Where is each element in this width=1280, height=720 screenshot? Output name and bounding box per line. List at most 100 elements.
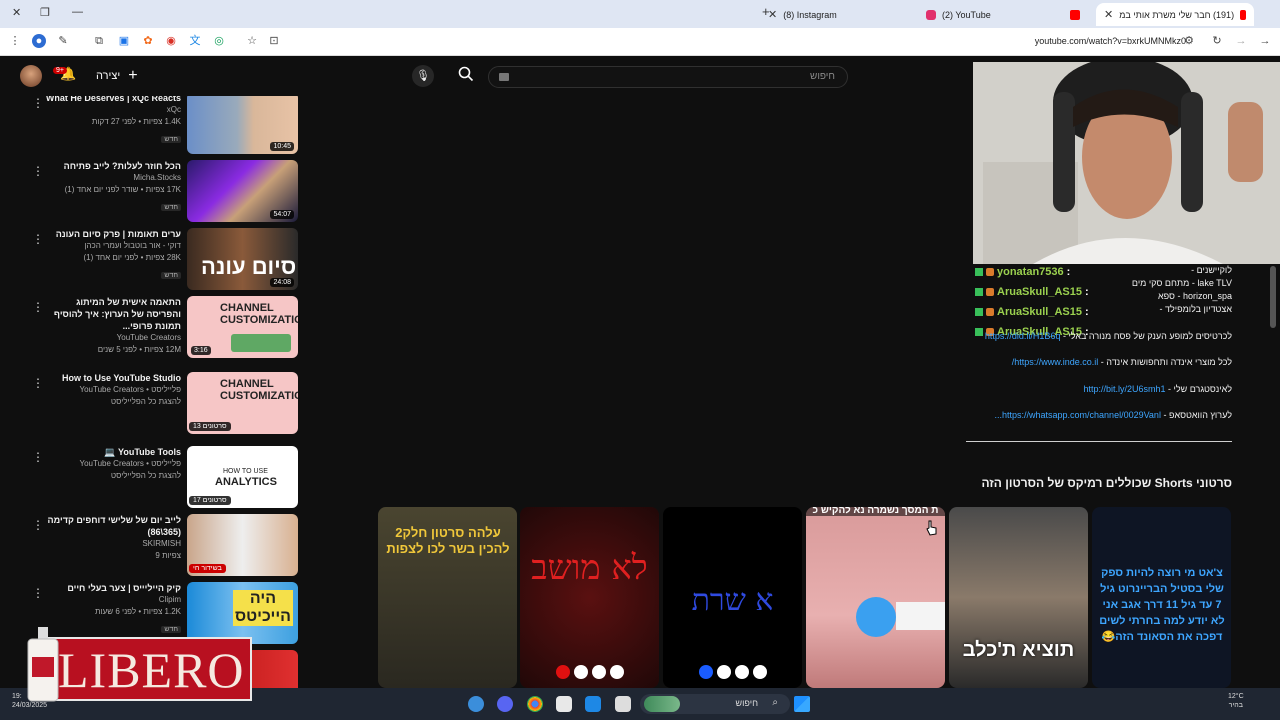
color-dot-icon[interactable] <box>699 665 713 679</box>
forward-icon[interactable]: → <box>1234 34 1248 48</box>
screen-share-icon[interactable]: ⊡ <box>267 34 281 48</box>
extensions-puzzle-icon[interactable]: ⧉ <box>92 34 106 48</box>
ext-translate-icon[interactable]: 文 <box>188 34 202 48</box>
list-item[interactable]: ⋮ YouTube Tools 💻 פלייליסט • YouTube Cre… <box>0 446 308 510</box>
eraser-icon[interactable] <box>592 665 606 679</box>
site-settings-icon[interactable]: ⚙ <box>1182 34 1196 48</box>
list-item[interactable]: ⋮ ערים תאומות | פרק סיום העונה דוקי - או… <box>0 228 308 292</box>
webcam-feed <box>973 62 1280 264</box>
avatar[interactable] <box>20 65 42 87</box>
video-thumbnail[interactable]: סיום עונה 24:08 <box>187 228 298 290</box>
playlist-thumbnail[interactable]: HOW TO USE ANALYTICS 17 סרטונים <box>187 446 298 508</box>
sketch-toolbar <box>699 665 767 679</box>
new-tab-icon[interactable]: + <box>762 4 770 19</box>
tab-instagram[interactable]: ✕ (8) Instagram <box>760 3 910 26</box>
eraser-icon[interactable] <box>735 665 749 679</box>
description-line: לוקיישנים - <box>1191 265 1232 275</box>
chat-message: yonatan7536 : <box>975 262 1095 282</box>
wrench-badge-icon <box>986 308 994 316</box>
create-button[interactable]: יצירה + <box>96 67 138 85</box>
brush-size-icon[interactable] <box>717 665 731 679</box>
windows-start-icon[interactable] <box>794 696 810 712</box>
close-window-icon[interactable]: ✕ <box>12 6 21 19</box>
tab-active-video[interactable]: ✕ (191) חבר שלי משרת אותי במ <box>1096 3 1254 26</box>
video-thumbnail[interactable]: בשידור חי <box>187 514 298 576</box>
short-card[interactable]: תוציא ת'כלב <box>949 507 1088 688</box>
restore-window-icon[interactable]: ❐ <box>40 6 50 19</box>
keyboard-icon[interactable] <box>499 73 509 81</box>
minimize-window-icon[interactable]: — <box>72 6 83 18</box>
scrollbar[interactable] <box>1270 266 1276 328</box>
address-bar[interactable]: youtube.com/watch?v=bxrkUMNMkz0 <box>1035 36 1186 46</box>
browser-tab-bar: ✕ ❐ — ✕ (8) Instagram + (2) YouTube ✕ (1… <box>0 0 1280 28</box>
related-videos-list: ⋮ What He Deserves | xQc Reacts xQc 1.4K… <box>0 96 308 688</box>
description-link[interactable]: https://whatsapp.com/channel/0029Vanl... <box>994 410 1160 420</box>
weather-widget[interactable]: 12°C בהיר <box>1228 692 1244 710</box>
moderator-badge-icon <box>975 268 983 276</box>
shorts-section-title: סרטוני Shorts שכוללים רמיקס של הסרטון הז… <box>981 476 1232 490</box>
profile-icon[interactable]: ● <box>32 34 46 48</box>
bookmark-star-icon[interactable]: ☆ <box>245 34 259 48</box>
file-explorer-icon[interactable] <box>615 696 631 712</box>
moderator-badge-icon <box>975 288 983 296</box>
video-thumbnail[interactable]: 10:45 <box>187 96 298 154</box>
app-blue-icon[interactable] <box>585 696 601 712</box>
microphone-icon[interactable]: 🎙 <box>412 65 434 87</box>
list-item[interactable]: ⋮ What He Deserves | xQc Reacts xQc 1.4K… <box>0 96 308 156</box>
menu-dots-icon[interactable]: ⋮ <box>8 34 22 48</box>
ext-orange-icon[interactable]: ✿ <box>141 34 155 48</box>
list-item[interactable]: ⋮ התאמה אישית של המיתוג והפריסה של הערוץ… <box>0 296 308 360</box>
short-card[interactable]: ת המסך נשמרה נא להקיש כ <box>806 507 945 688</box>
youtube-header: חיפוש <box>0 56 973 96</box>
description-link-row: לכל מוצרי אינדה ותחפושות אינדה - https:/… <box>1011 357 1232 367</box>
chat-message: AruaSkull_AS15 : <box>975 282 1095 302</box>
search-highlight-icon <box>644 696 680 712</box>
tab-group-icon[interactable]: ▣ <box>117 34 131 48</box>
divider <box>966 441 1232 442</box>
search-icon: ⌕ <box>772 697 778 708</box>
description-line: horizon_spa - ספא <box>1158 291 1232 301</box>
search-icon[interactable] <box>458 66 474 85</box>
list-item[interactable]: ⋮ הכל חוזר לעלות? לייב פתיחה Micha.Stock… <box>0 160 308 224</box>
close-tab-icon[interactable]: ✕ <box>1104 8 1113 21</box>
search-input[interactable]: חיפוש <box>488 66 848 88</box>
description-link-row: לאינסטגרם שלי - http://bit.ly/2U6smh1 <box>1083 384 1232 394</box>
youtube-icon <box>1070 9 1080 20</box>
chrome-icon[interactable] <box>527 696 543 712</box>
taskbar-search[interactable]: חיפוש ⌕ <box>640 694 790 714</box>
list-item[interactable]: ⋮ How to Use YouTube Studio פלייליסט • Y… <box>0 372 308 436</box>
game-ball <box>856 597 896 637</box>
short-card[interactable]: עלהה סרטון חלק2 להכין בשר לכו לצפות <box>378 507 517 688</box>
moderator-badge-icon <box>975 328 983 336</box>
discord-icon[interactable] <box>497 696 513 712</box>
undo-icon[interactable] <box>753 665 767 679</box>
ext-green-icon[interactable]: ◎ <box>212 34 226 48</box>
description-link[interactable]: http://bit.ly/2U6smh1 <box>1083 384 1165 394</box>
short-card[interactable]: א שרת <box>663 507 802 688</box>
list-item[interactable]: ⋮ לייב יום של שלישי דוחפים קדימה (365\86… <box>0 514 308 578</box>
app-icon[interactable] <box>556 696 572 712</box>
edge-icon[interactable] <box>468 696 484 712</box>
description-line: אצטדיון בלומפילד - <box>1159 304 1232 314</box>
cursor-hand-icon <box>926 520 937 536</box>
back-icon[interactable]: → <box>1258 34 1272 48</box>
wrench-badge-icon <box>986 268 994 276</box>
short-card[interactable]: לא מושב <box>520 507 659 688</box>
video-thumbnail[interactable]: CHANNEL CUSTOMIZATION 3:16 <box>187 296 298 358</box>
extension-icon[interactable]: ✎ <box>56 34 70 48</box>
notification-badge: 9+ <box>53 67 67 74</box>
wrench-badge-icon <box>986 288 994 296</box>
reload-icon[interactable]: ↻ <box>1210 34 1224 48</box>
description-link-row: לכרטיסים למופע הענק של פסח מנורה באלי - … <box>984 331 1232 341</box>
video-thumbnail[interactable]: 54:07 <box>187 160 298 222</box>
brush-size-icon[interactable] <box>574 665 588 679</box>
description-line: lake TLV - מתחם סקי מים <box>1131 278 1232 288</box>
ext-red-icon[interactable]: ◉ <box>164 34 178 48</box>
undo-icon[interactable] <box>610 665 624 679</box>
color-dot-icon[interactable] <box>556 665 570 679</box>
playlist-thumbnail[interactable]: CHANNEL CUSTOMIZATION 13 סרטונים <box>187 372 298 434</box>
description-link[interactable]: https://www.inde.co.il/ <box>1012 357 1099 367</box>
description-link[interactable]: https://did.li/H1B6q <box>985 331 1061 341</box>
short-card[interactable]: צ'אט מי רוצה להיות ספק שלי בסטיל הבריינר… <box>1092 507 1231 688</box>
tab-youtube-home[interactable]: (2) YouTube <box>918 3 1088 26</box>
